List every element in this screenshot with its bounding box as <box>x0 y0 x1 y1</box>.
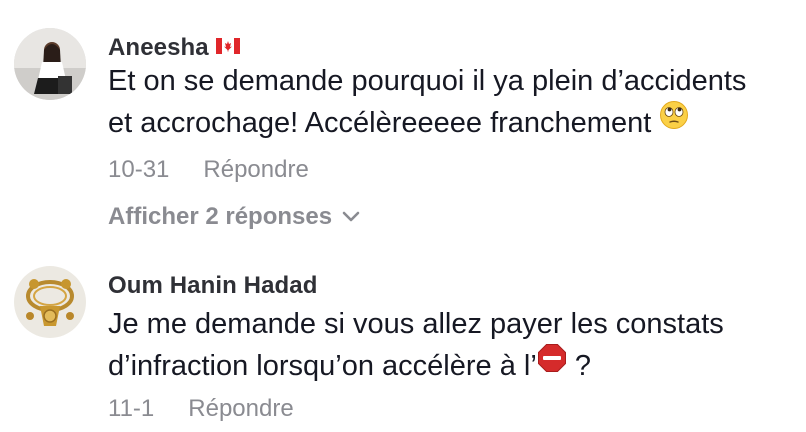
comment-username[interactable]: Aneesha <box>108 34 240 62</box>
comment-text: Et on se demande pourquoi il ya plein d’… <box>108 60 788 144</box>
username-text: Aneesha <box>108 34 209 61</box>
comment-text-segment: ? <box>566 350 591 382</box>
stop-sign-icon <box>537 343 567 385</box>
comment-meta: 11-1 Répondre <box>108 395 294 423</box>
view-replies-button[interactable]: Afficher 2 réponses <box>108 203 360 231</box>
comment-date: 11-1 <box>108 395 155 422</box>
comment-text-segment: et accrochage! Accélèreeeee franchement <box>108 107 652 139</box>
comment-text-line: Et on se demande pourquoi il ya plein d’… <box>108 65 747 97</box>
chevron-down-icon <box>342 202 360 230</box>
avatar[interactable] <box>14 28 86 100</box>
comment-text-line: d’infraction lorsqu’on accélère à l’ ? <box>108 343 788 387</box>
view-replies-label: Afficher 2 réponses <box>108 203 333 230</box>
comment-text-line: Je me demande si vous allez payer les co… <box>108 308 724 340</box>
comment-text-segment: d’infraction lorsqu’on accélère à l’ <box>108 350 537 382</box>
comment-text-line: et accrochage! Accélèreeeee franchement <box>108 100 788 144</box>
reply-button[interactable]: Répondre <box>188 395 293 422</box>
reply-button[interactable]: Répondre <box>203 156 308 183</box>
comment-username[interactable]: Oum Hanin Hadad <box>108 272 318 300</box>
canada-flag-icon <box>215 33 240 61</box>
face-with-rolling-eyes-icon <box>659 100 689 142</box>
username-text: Oum Hanin Hadad <box>108 272 318 299</box>
comment-date: 10-31 <box>108 156 170 183</box>
comment-text: Je me demande si vous allez payer les co… <box>108 303 788 387</box>
comment-meta: 10-31 Répondre <box>108 156 309 184</box>
avatar[interactable] <box>14 266 86 338</box>
